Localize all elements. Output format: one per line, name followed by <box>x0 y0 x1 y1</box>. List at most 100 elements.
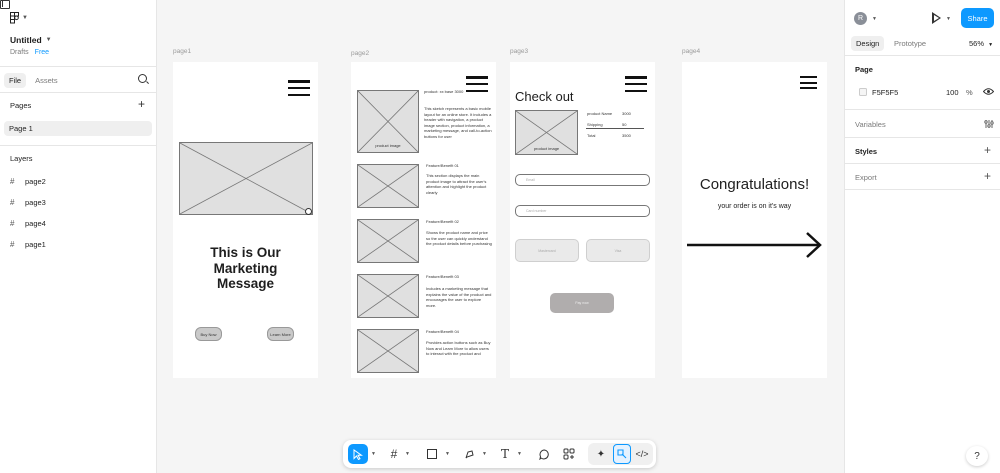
summary-label: Shipping <box>587 122 603 127</box>
text-tool-icon[interactable]: T <box>497 444 513 464</box>
comment-tool-icon[interactable] <box>536 444 552 464</box>
feature-title: Feature/Benefit 04 <box>426 329 459 334</box>
divider <box>845 189 1000 190</box>
dev-mode-icon[interactable]: </> <box>634 444 650 464</box>
variables-section-title[interactable]: Variables <box>855 120 886 129</box>
summary-label: product Name <box>587 111 613 116</box>
divider <box>845 55 1000 56</box>
hamburger-menu-icon <box>466 76 488 93</box>
page-item-label: Page 1 <box>9 124 33 133</box>
frame-label-page1[interactable]: page1 <box>173 48 191 55</box>
help-button[interactable]: ? <box>966 446 988 466</box>
divider <box>0 66 157 67</box>
add-export-icon[interactable]: + <box>984 170 991 182</box>
card-number-field: Card number <box>515 205 650 217</box>
tab-assets[interactable]: Assets <box>30 73 63 88</box>
move-tool-icon[interactable] <box>348 444 368 464</box>
zoom-icon <box>305 208 312 215</box>
hamburger-menu-icon <box>288 80 310 97</box>
avatar-initial: R <box>857 15 864 22</box>
feature-title: Feature/Benefit 03 <box>426 274 459 279</box>
product-image-caption: product image <box>375 143 401 148</box>
learn-more-button: Learn More <box>267 327 294 341</box>
layers-title: Layers <box>10 154 33 163</box>
layer-label: page3 <box>25 198 46 207</box>
chevron-down-icon[interactable]: ▼ <box>872 16 877 22</box>
visa-option: Visa <box>586 239 650 262</box>
left-sidebar: ▼ Untitled ▼ Drafts Free File Assets Pag… <box>0 0 157 473</box>
chevron-down-icon[interactable]: ▼ <box>517 451 522 457</box>
layer-label: page1 <box>25 240 46 249</box>
chevron-down-icon: ▼ <box>22 15 28 21</box>
feature-image-placeholder <box>357 164 419 208</box>
frame-page3[interactable]: Check out product image product Name 300… <box>510 62 655 378</box>
avatar[interactable]: R <box>854 12 867 25</box>
file-location-label[interactable]: Drafts <box>10 49 29 56</box>
summary-value: 50 <box>622 122 627 127</box>
variables-settings-icon[interactable] <box>984 119 994 129</box>
chevron-down-icon[interactable]: ▼ <box>405 451 410 457</box>
actions-tool-icon[interactable] <box>561 444 577 464</box>
layer-item[interactable]: # page4 <box>10 219 46 228</box>
frame-page4[interactable]: Congratulations! your order is on it's w… <box>682 62 827 378</box>
frame-icon: # <box>10 240 15 249</box>
arrow-right-icon <box>687 232 822 258</box>
tab-file[interactable]: File <box>4 73 27 88</box>
summary-value: 3500 <box>622 133 631 138</box>
frame-page1[interactable]: This is Our Marketing Message Buy Now Le… <box>173 62 318 378</box>
chevron-down-icon[interactable]: ▼ <box>445 451 450 457</box>
right-sidebar: R ▼ ▼ Share Design Prototype 56% ▼ Page … <box>844 0 1000 473</box>
file-name[interactable]: Untitled ▼ <box>10 35 52 45</box>
page-section-title: Page <box>855 65 873 74</box>
layer-item[interactable]: # page2 <box>10 177 46 186</box>
file-location: Drafts Free <box>10 49 49 56</box>
ai-tool-icon[interactable]: ✦ <box>593 444 609 464</box>
background-opacity-value[interactable]: 100 <box>946 88 959 97</box>
rectangle-tool-icon[interactable] <box>424 444 440 464</box>
frame-page2[interactable]: product image product: xx base 3000 This… <box>351 62 496 378</box>
chevron-down-icon: ▼ <box>45 37 52 43</box>
summary-label: Total <box>587 133 596 138</box>
frame-tool-icon[interactable]: # <box>386 444 402 464</box>
toggle-sidebar-icon[interactable] <box>0 0 10 9</box>
design-mode-icon[interactable] <box>613 444 631 464</box>
main-menu-button[interactable]: ▼ <box>10 12 28 24</box>
share-button[interactable]: Share <box>961 8 994 28</box>
layer-item[interactable]: # page1 <box>10 240 46 249</box>
search-icon[interactable] <box>138 74 147 83</box>
styles-section-title: Styles <box>855 147 878 156</box>
visibility-eye-icon[interactable] <box>983 87 994 96</box>
chevron-down-icon[interactable]: ▼ <box>482 451 487 457</box>
add-page-icon[interactable]: + <box>138 98 145 110</box>
divider <box>845 109 1000 110</box>
chevron-down-icon[interactable]: ▼ <box>946 16 951 22</box>
tab-design[interactable]: Design <box>851 36 885 51</box>
pages-title: Pages <box>10 101 32 110</box>
add-style-icon[interactable]: + <box>984 144 991 156</box>
present-play-icon[interactable] <box>932 12 941 24</box>
chevron-down-icon[interactable]: ▼ <box>371 451 376 457</box>
pay-now-button: Pay now <box>550 293 614 313</box>
plan-badge[interactable]: Free <box>35 49 49 56</box>
product-image-placeholder: product image <box>515 110 578 155</box>
feature-image-placeholder <box>357 274 419 318</box>
feature-text: Includes a marketing message that explai… <box>426 286 492 308</box>
feature-text: Provides action buttons such as Buy Now … <box>426 340 491 356</box>
canvas[interactable]: page1 This is Our Marketing Message Buy … <box>157 0 844 473</box>
frame-label-page4[interactable]: page4 <box>682 48 700 55</box>
pen-tool-icon[interactable] <box>461 444 477 464</box>
frame-label-page2[interactable]: page2 <box>351 50 369 57</box>
frame-label-page3[interactable]: page3 <box>510 48 528 55</box>
background-color-swatch[interactable] <box>859 88 867 96</box>
zoom-level[interactable]: 56% ▼ <box>969 39 993 48</box>
page-item-page-1[interactable]: Page 1 <box>4 121 152 136</box>
tab-prototype[interactable]: Prototype <box>889 36 931 51</box>
feature-image-placeholder <box>357 219 419 263</box>
summary-value: 3000 <box>622 111 631 116</box>
feature-image-placeholder <box>357 329 419 373</box>
layer-item[interactable]: # page3 <box>10 198 46 207</box>
divider <box>0 145 157 146</box>
background-color-value[interactable]: F5F5F5 <box>872 88 898 97</box>
buy-now-button: Buy Now <box>195 327 222 341</box>
help-label: ? <box>974 450 980 462</box>
